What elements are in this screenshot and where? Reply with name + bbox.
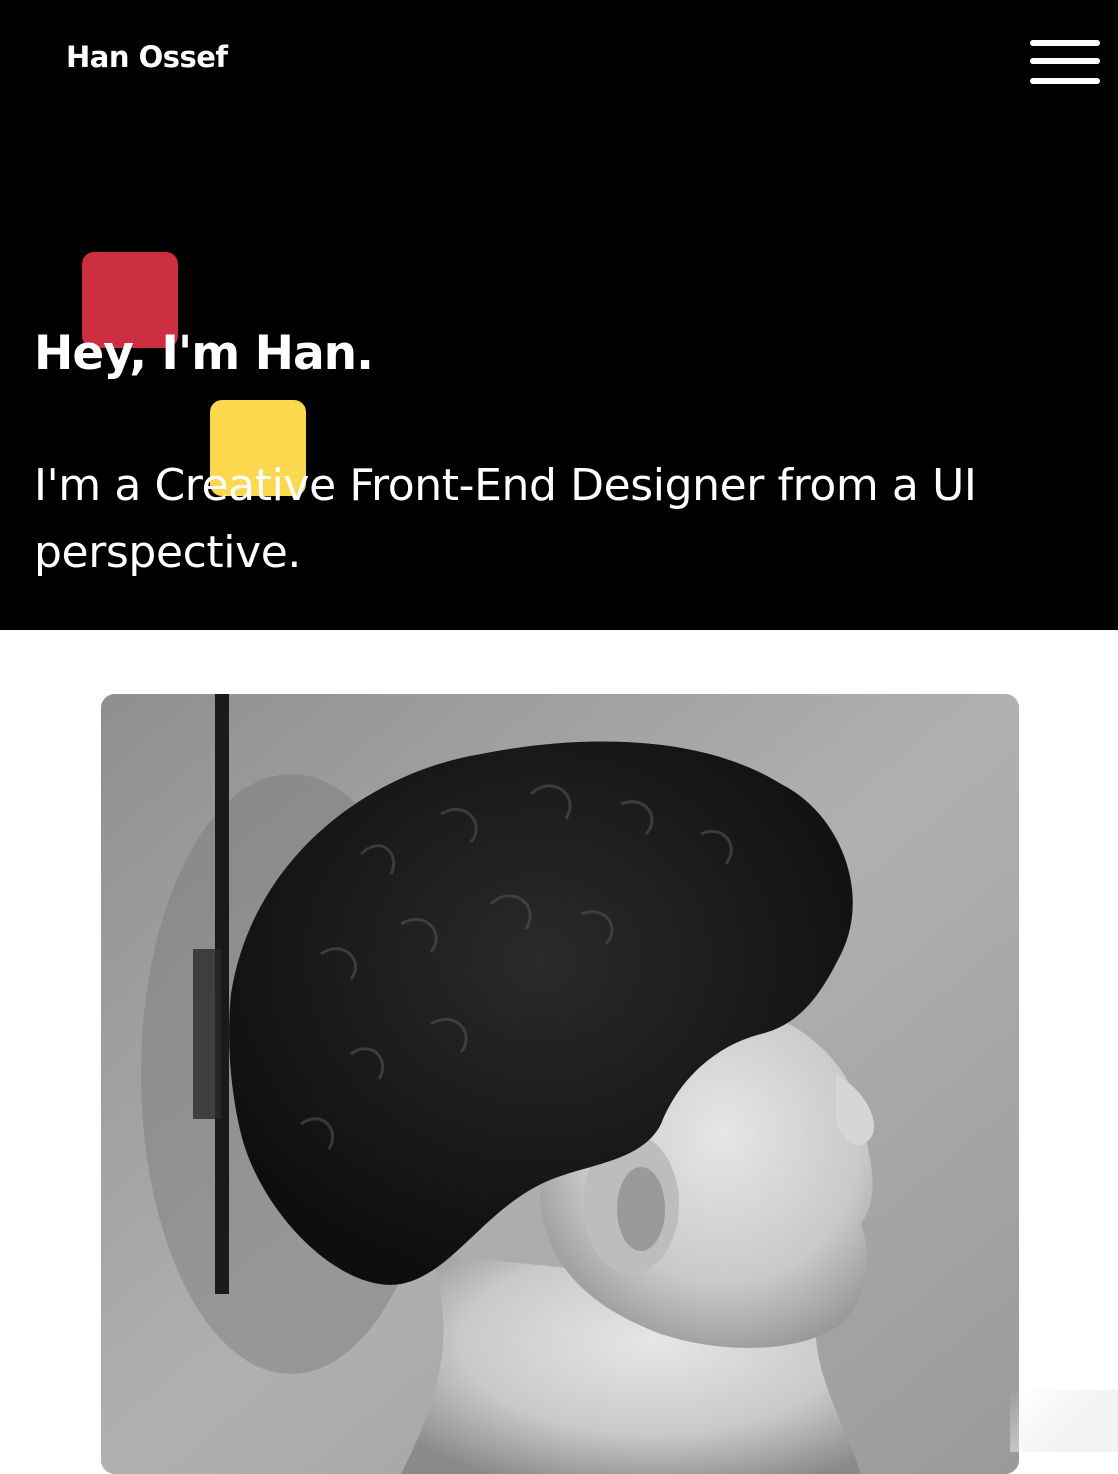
- site-logo[interactable]: Han Ossef: [66, 40, 228, 74]
- hero-tagline: I'm a Creative Front-End Designer from a…: [34, 460, 977, 578]
- menu-bar-bottom: [1030, 78, 1100, 84]
- portrait-illustration: [101, 694, 1019, 1474]
- portrait-photo: [101, 694, 1019, 1474]
- menu-bar-middle: [1030, 58, 1100, 64]
- scroll-corner-fade: [1010, 1390, 1118, 1452]
- hamburger-menu-icon[interactable]: [1026, 36, 1106, 92]
- hero-headline: Hey, I'm Han.: [34, 326, 374, 381]
- menu-bar-top: [1030, 40, 1100, 46]
- hero-section: Han Ossef Hey, I'm Han. I'm a Creative F…: [0, 0, 1118, 630]
